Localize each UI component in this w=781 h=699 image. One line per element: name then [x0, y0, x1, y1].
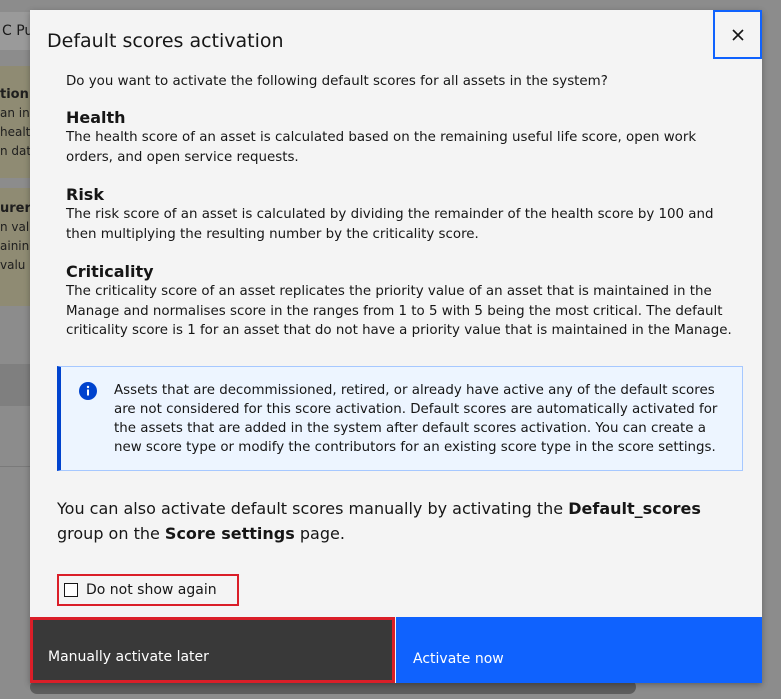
section-description: The criticality score of an asset replic… — [66, 284, 732, 338]
info-icon — [79, 382, 97, 400]
section-heading: Health — [66, 108, 126, 127]
score-section-criticality: Criticality The criticality score of an … — [66, 262, 746, 341]
modal-title: Default scores activation — [47, 30, 284, 52]
section-description: The risk score of an asset is calculated… — [66, 207, 714, 242]
page-name: Score settings — [164, 524, 295, 543]
do-not-show-again-checkbox[interactable]: Do not show again — [57, 574, 239, 606]
intro-text: Do you want to activate the following de… — [66, 74, 608, 89]
checkbox-label: Do not show again — [86, 582, 217, 598]
notification-text: Assets that are decommissioned, retired,… — [114, 383, 718, 455]
score-section-risk: Risk The risk score of an asset is calcu… — [66, 185, 746, 244]
info-notification: Assets that are decommissioned, retired,… — [57, 366, 743, 471]
section-heading: Criticality — [66, 262, 154, 281]
manual-activation-text: You can also activate default scores man… — [57, 496, 747, 546]
checkbox-box[interactable] — [64, 583, 78, 597]
manual-text-prefix: You can also activate default scores man… — [57, 499, 569, 518]
modal-body: Do you want to activate the following de… — [66, 72, 746, 338]
group-name: Default_scores — [568, 499, 701, 518]
score-section-health: Health The health score of an asset is c… — [66, 108, 746, 167]
close-icon — [731, 28, 744, 41]
default-scores-modal: Default scores activation Do you want to… — [30, 10, 762, 683]
section-description: The health score of an asset is calculat… — [66, 130, 697, 165]
manual-text-suffix: page. — [294, 524, 345, 543]
manually-activate-later-button[interactable]: Manually activate later — [30, 617, 395, 683]
activate-now-button[interactable]: Activate now — [396, 617, 762, 683]
close-button[interactable] — [713, 10, 762, 59]
section-heading: Risk — [66, 185, 104, 204]
manual-text-middle: group on the — [57, 524, 165, 543]
